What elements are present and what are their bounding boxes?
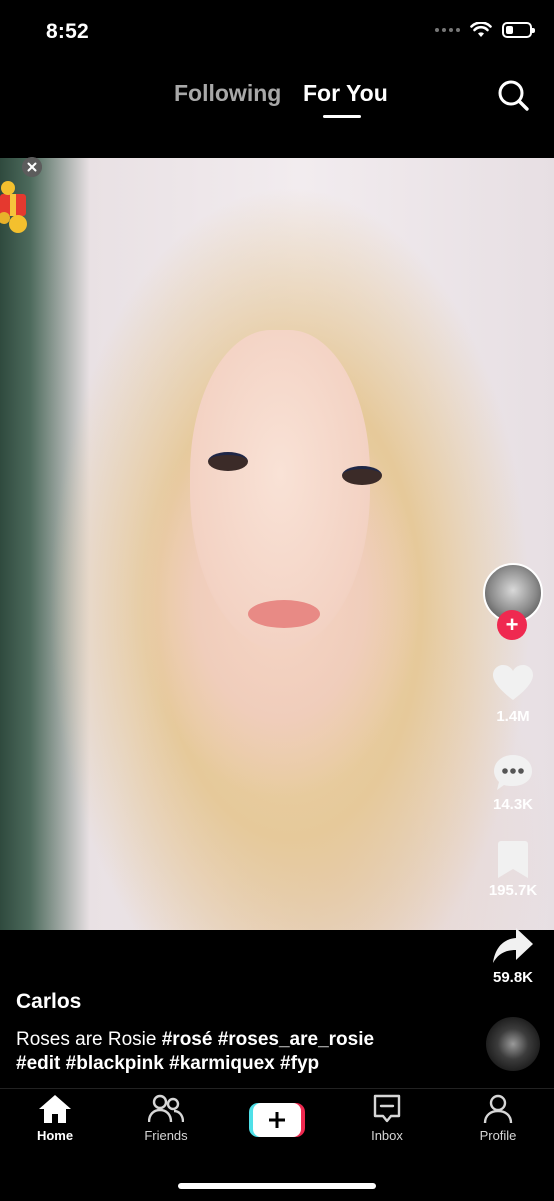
share-icon: [493, 928, 533, 963]
bookmark-icon: [498, 841, 528, 878]
hashtag[interactable]: #edit: [16, 1053, 60, 1074]
wifi-icon: [470, 22, 492, 37]
nav-profile[interactable]: Profile: [453, 1094, 543, 1143]
hashtag[interactable]: #karmiquex: [169, 1053, 275, 1074]
share-button[interactable]: [491, 924, 535, 968]
comment-button[interactable]: [491, 750, 535, 794]
create-button[interactable]: [249, 1103, 305, 1137]
nav-home-label: Home: [36, 1128, 74, 1143]
video-subject-lips: [248, 600, 320, 628]
post-caption: Roses are Rosie #rosé #roses_are_rosie #…: [16, 1028, 456, 1076]
profile-icon: [483, 1094, 513, 1124]
status-indicators: [435, 22, 535, 38]
music-disc[interactable]: [486, 1017, 540, 1071]
share-count: 59.8K: [492, 969, 534, 986]
hashtag[interactable]: #roses_are_rosie: [218, 1029, 374, 1050]
search-icon[interactable]: [496, 78, 530, 112]
hashtag[interactable]: #blackpink: [66, 1053, 164, 1074]
nav-profile-label: Profile: [479, 1128, 517, 1143]
post-username[interactable]: Carlos: [16, 990, 81, 1014]
close-icon[interactable]: [22, 157, 42, 177]
save-count: 195.7K: [488, 882, 538, 899]
follow-button[interactable]: +: [497, 610, 527, 640]
inbox-icon: [373, 1094, 401, 1123]
tab-for-you[interactable]: For You: [303, 80, 388, 107]
nav-inbox[interactable]: Inbox: [342, 1094, 432, 1143]
gift-icon[interactable]: [0, 180, 30, 234]
video-subject-eye: [208, 452, 248, 471]
like-button[interactable]: [491, 661, 535, 705]
comment-icon: [494, 755, 532, 790]
cellular-signal-icon: [435, 28, 460, 32]
video-subject-eye: [342, 466, 382, 485]
nav-friends[interactable]: Friends: [121, 1094, 211, 1143]
nav-home[interactable]: Home: [10, 1094, 100, 1143]
nav-inbox-label: Inbox: [371, 1128, 403, 1143]
nav-friends-label: Friends: [144, 1128, 188, 1143]
save-button[interactable]: [491, 838, 535, 882]
like-count: 1.4M: [496, 708, 530, 725]
tab-following[interactable]: Following: [174, 80, 281, 107]
active-tab-indicator: [323, 115, 361, 118]
comment-count: 14.3K: [492, 796, 534, 813]
home-indicator[interactable]: [178, 1183, 376, 1189]
friends-icon: [148, 1094, 184, 1123]
plus-icon: [249, 1103, 305, 1137]
battery-icon: [502, 22, 535, 38]
hashtag[interactable]: #rosé: [162, 1029, 213, 1050]
status-time: 8:52: [46, 20, 89, 43]
heart-icon: [493, 665, 533, 700]
home-icon: [39, 1095, 71, 1123]
hashtag[interactable]: #fyp: [280, 1053, 319, 1074]
caption-text: Roses are Rosie: [16, 1029, 157, 1050]
